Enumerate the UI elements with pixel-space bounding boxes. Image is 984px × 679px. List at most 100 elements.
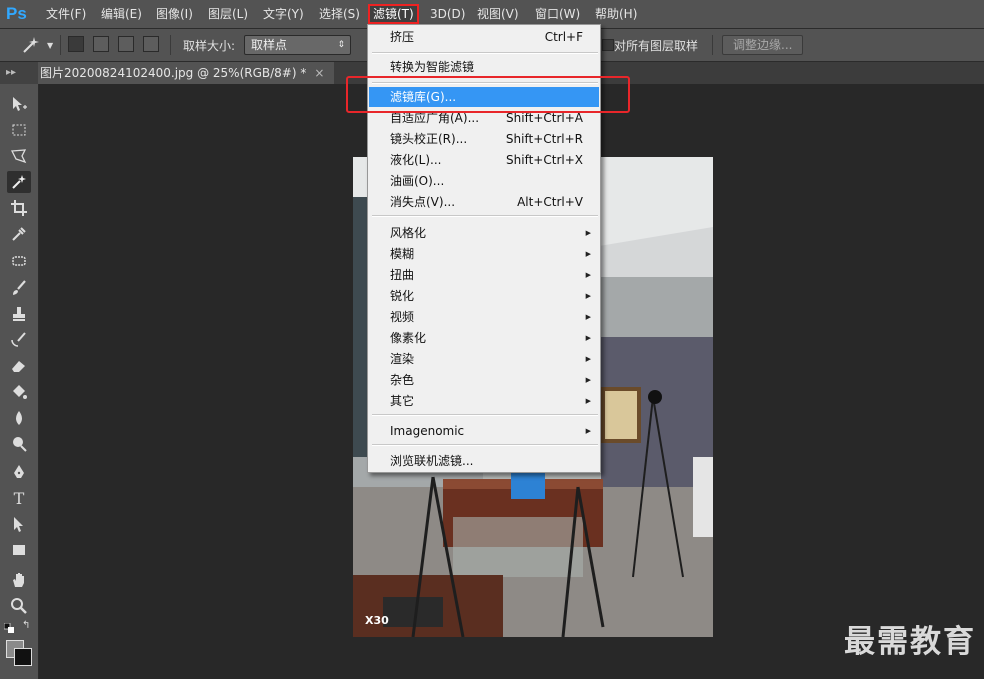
menu-separator	[372, 52, 598, 54]
preset-dropdown-icon[interactable]: ▼	[47, 41, 53, 50]
menu-item-browse-filters-online[interactable]: 浏览联机滤镜...	[369, 451, 599, 471]
sample-all-layers-label: 对所有图层取样	[614, 39, 699, 53]
magic-wand-tool-icon[interactable]	[7, 171, 31, 193]
menu-item-label: Imagenomic	[390, 424, 465, 438]
camera-watermark: X30	[365, 614, 389, 627]
menu-item-render[interactable]: 渲染 ▶	[369, 349, 599, 369]
default-colors-icon[interactable]	[3, 622, 14, 633]
sample-all-layers-checkbox[interactable]	[602, 39, 614, 51]
menu-item-other[interactable]: 其它 ▶	[369, 391, 599, 411]
menu-item-imagenomic[interactable]: Imagenomic ▶	[369, 421, 599, 441]
healing-brush-tool-icon[interactable]	[7, 250, 31, 272]
menu-item-label: 扭曲	[390, 268, 415, 282]
menu-type[interactable]: 文字(Y)	[259, 5, 308, 23]
swap-colors-icon[interactable]: ↰	[22, 620, 30, 631]
type-tool-icon[interactable]: T	[7, 487, 31, 509]
menu-item-label: 视频	[390, 310, 415, 324]
menu-item-label: 镜头校正(R)...	[390, 132, 468, 146]
menu-item-label: 挤压	[390, 30, 415, 44]
menu-item-label: 油画(O)...	[390, 174, 445, 188]
dodge-tool-icon[interactable]	[7, 433, 31, 455]
menu-item-stylize[interactable]: 风格化 ▶	[369, 223, 599, 243]
rectangle-tool-icon[interactable]	[7, 539, 31, 561]
divider	[712, 35, 713, 55]
menu-select[interactable]: 选择(S)	[315, 5, 364, 23]
close-tab-icon[interactable]: ×	[314, 66, 324, 80]
add-to-selection-button[interactable]	[93, 36, 109, 52]
menu-item-label: 模糊	[390, 247, 415, 261]
menu-file[interactable]: 文件(F)	[42, 5, 90, 23]
new-selection-button[interactable]	[68, 36, 84, 52]
menu-item-label: 其它	[390, 394, 415, 408]
menu-item-convert-smart-filter[interactable]: 转换为智能滤镜	[369, 57, 599, 77]
menu-item-liquify[interactable]: 液化(L)... Shift+Ctrl+X	[369, 150, 599, 170]
background-color-swatch[interactable]	[14, 648, 32, 666]
eyedropper-tool-icon[interactable]	[7, 223, 31, 245]
submenu-arrow-icon: ▶	[585, 427, 591, 435]
crop-tool-icon[interactable]	[7, 197, 31, 219]
brush-tool-icon[interactable]	[7, 277, 31, 299]
menu-window[interactable]: 窗口(W)	[531, 5, 584, 23]
hand-tool-icon[interactable]	[7, 569, 31, 591]
blur-tool-icon[interactable]	[7, 407, 31, 429]
menu-separator	[372, 444, 598, 446]
annotation-highlight-box	[346, 76, 630, 113]
menu-edit[interactable]: 编辑(E)	[97, 5, 146, 23]
menu-image[interactable]: 图像(I)	[152, 5, 197, 23]
divider	[170, 35, 171, 55]
menu-item-shortcut: Ctrl+F	[544, 30, 583, 44]
menu-item-blur[interactable]: 模糊 ▶	[369, 244, 599, 264]
menu-item-video[interactable]: 视频 ▶	[369, 307, 599, 327]
menu-item-label: 风格化	[390, 226, 427, 240]
tools-panel: T ↰	[0, 84, 39, 679]
submenu-arrow-icon: ▶	[585, 313, 591, 321]
path-selection-tool-icon[interactable]	[7, 513, 31, 535]
menu-3d[interactable]: 3D(D)	[426, 5, 469, 23]
subtract-from-selection-button[interactable]	[118, 36, 134, 52]
menu-layer[interactable]: 图层(L)	[204, 5, 252, 23]
document-tab[interactable]: 图片20200824102400.jpg @ 25%(RGB/8#) * ×	[38, 62, 335, 84]
menu-filter[interactable]: 滤镜(T)	[368, 4, 419, 24]
sample-size-select[interactable]: 取样点 ⇕	[244, 35, 351, 55]
menu-item-label: 浏览联机滤镜...	[390, 454, 474, 468]
submenu-arrow-icon: ▶	[585, 397, 591, 405]
menu-item-label: 消失点(V)...	[390, 195, 456, 209]
photoshop-logo: Ps	[6, 4, 27, 23]
document-title: 图片20200824102400.jpg @ 25%(RGB/8#) *	[40, 66, 307, 80]
menu-item-sharpen[interactable]: 锐化 ▶	[369, 286, 599, 306]
sample-size-value: 取样点	[251, 38, 288, 52]
refine-edge-button[interactable]: 调整边缘...	[722, 35, 804, 55]
menu-item-last-filter[interactable]: 挤压 Ctrl+F	[369, 27, 599, 47]
menu-item-lens-correction[interactable]: 镜头校正(R)... Shift+Ctrl+R	[369, 129, 599, 149]
sample-size-label: 取样大小:	[183, 39, 236, 53]
intersect-selection-button[interactable]	[143, 36, 159, 52]
history-brush-tool-icon[interactable]	[7, 329, 31, 351]
zoom-tool-icon[interactable]	[7, 595, 31, 617]
menu-item-pixelate[interactable]: 像素化 ▶	[369, 328, 599, 348]
paint-bucket-tool-icon[interactable]	[7, 381, 31, 403]
move-tool-icon[interactable]	[7, 93, 31, 115]
eraser-tool-icon[interactable]	[7, 355, 31, 377]
submenu-arrow-icon: ▶	[585, 250, 591, 258]
menu-item-shortcut: Alt+Ctrl+V	[517, 195, 583, 209]
clone-stamp-tool-icon[interactable]	[7, 303, 31, 325]
pen-tool-icon[interactable]	[7, 461, 31, 483]
menu-item-noise[interactable]: 杂色 ▶	[369, 370, 599, 390]
panel-collapse-icon[interactable]: ▸▸	[0, 62, 38, 84]
menu-item-vanishing-point[interactable]: 消失点(V)... Alt+Ctrl+V	[369, 192, 599, 212]
menu-help[interactable]: 帮助(H)	[591, 5, 641, 23]
menu-item-label: 杂色	[390, 373, 415, 387]
menu-item-label: 转换为智能滤镜	[390, 60, 475, 74]
menu-separator	[372, 215, 598, 217]
submenu-arrow-icon: ▶	[585, 271, 591, 279]
menu-item-oil-paint[interactable]: 油画(O)...	[369, 171, 599, 191]
menu-separator	[372, 414, 598, 416]
magic-wand-preset-icon[interactable]	[20, 35, 42, 55]
site-watermark: 最需教育	[844, 624, 976, 660]
marquee-tool-icon[interactable]	[7, 119, 31, 141]
divider	[60, 35, 61, 55]
lasso-tool-icon[interactable]	[7, 145, 31, 167]
menu-item-distort[interactable]: 扭曲 ▶	[369, 265, 599, 285]
menu-item-shortcut: Shift+Ctrl+R	[505, 132, 583, 146]
menu-view[interactable]: 视图(V)	[473, 5, 523, 23]
